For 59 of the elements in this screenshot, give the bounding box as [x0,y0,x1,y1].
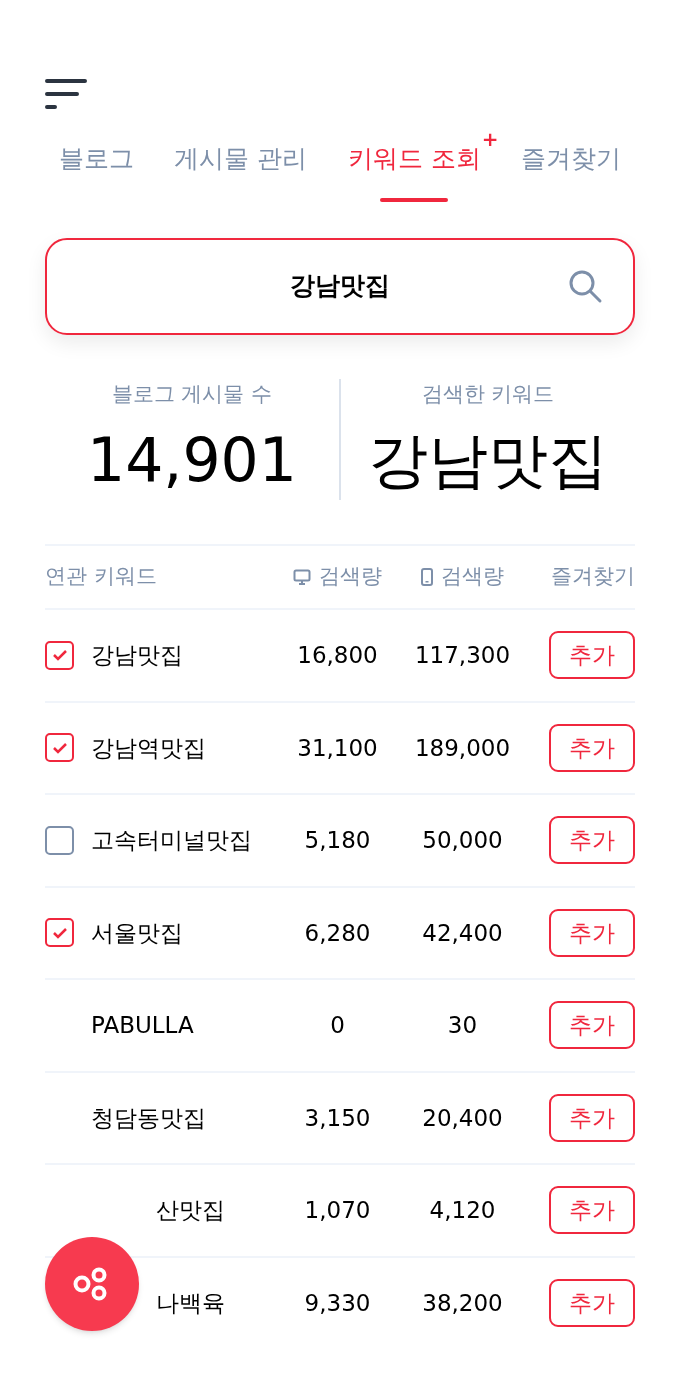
tab[interactable]: 블로그 [59,140,134,198]
keyword: PABULLA [91,1011,194,1040]
tab[interactable]: 키워드 조회 [347,140,481,198]
add-button[interactable]: 추가 [549,816,635,865]
table-cell-text: 1,070 [303,1196,372,1225]
table-cell-text: 16,800 [296,641,379,670]
table-cell-text: 9,330 [303,1288,372,1318]
column-header: 즐겨찾기 [551,563,635,591]
stat-value: 강남맛집 [368,424,608,497]
checkbox[interactable] [45,733,74,763]
table-cell-text: 31,100 [296,733,379,763]
column-header: 연관 키워드 [45,563,157,591]
monitor-icon [293,569,311,585]
keyword: 강남역맛집 [91,733,206,763]
column-header: 검색량 [441,563,504,591]
checkmark-icon [51,649,68,662]
plus-mark: + [481,126,499,153]
table-cell-text: 42,400 [421,918,504,948]
checkmark-icon [51,926,68,939]
add-button[interactable]: 추가 [549,1001,635,1050]
checkmark-icon [51,741,68,754]
stat-label: 블로그 게시물 수 [111,380,273,408]
keyword: 강남맛집 [91,641,183,670]
table-cell-text: 0 [329,1011,346,1040]
tab-underline [380,197,449,202]
keyword: 청담동맛집 [91,1103,206,1133]
table-cell-text: 5,180 [303,826,372,855]
add-button[interactable]: 추가 [549,1186,635,1235]
search-icon[interactable] [567,268,603,304]
add-button[interactable]: 추가 [549,723,635,772]
table-cell-text: 4,120 [428,1196,497,1225]
checkbox[interactable] [45,918,74,948]
keyword: 산맛집 [156,1196,225,1225]
add-button[interactable]: 추가 [549,908,635,957]
column-header: 검색량 [319,563,382,591]
table-cell-text: 117,300 [413,641,512,670]
keyword: 고속터미널맛집 [91,826,252,855]
table-cell-text: 30 [446,1011,479,1040]
stat-value: 14,901 [87,424,297,497]
add-button[interactable]: 추가 [549,631,635,680]
table-cell-text: 50,000 [421,826,504,855]
menu-icon[interactable] [45,78,87,110]
add-button[interactable]: 추가 [549,1093,635,1142]
search-value: 강남맛집 [290,270,390,303]
keyword: 나백육 [156,1288,225,1318]
table-cell-text: 3,150 [303,1103,372,1133]
checkbox[interactable] [45,640,74,670]
table-cell-text: 6,280 [303,918,372,948]
search-field[interactable]: 강남맛집 [45,237,635,335]
tab[interactable]: 게시물 관리 [174,140,308,198]
table-cell-text: 20,400 [421,1103,504,1133]
stat-label: 검색한 키워드 [421,380,555,408]
table-cell-text: 189,000 [413,733,512,763]
table-cell-text: 38,200 [421,1288,504,1318]
phone-icon [421,568,433,586]
add-button[interactable]: 추가 [549,1278,635,1327]
checkbox[interactable] [45,825,74,855]
keyword: 서울맛집 [91,918,183,948]
tab[interactable]: 즐겨찾기 [521,140,621,198]
